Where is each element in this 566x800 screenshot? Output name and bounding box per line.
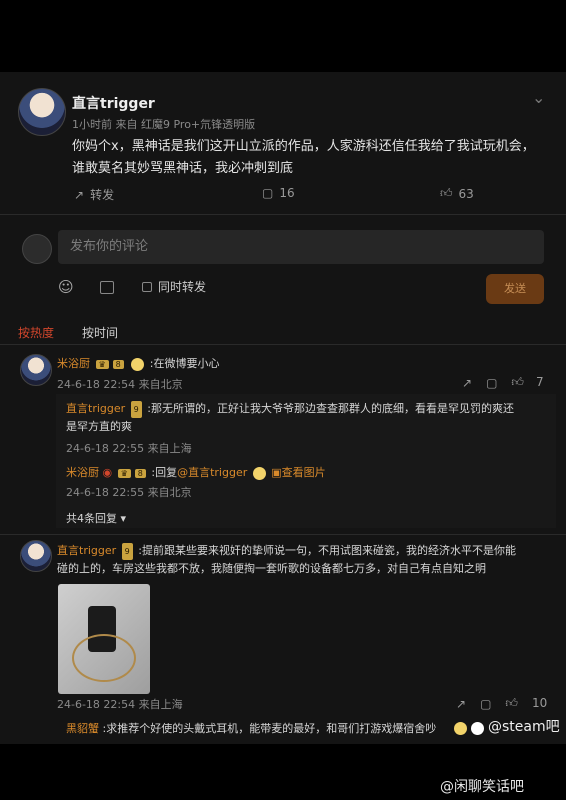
vip-badge: ♛ [95,360,109,369]
reply-text: :求推荐个好使的头戴式耳机，能带麦的最好，和哥们打游戏爆宿舍吵 [102,722,437,735]
emoji-icon [452,718,486,737]
reply-meta: 24-6-18 22:55 来自北京 [66,486,192,499]
comment-button[interactable]: ▢ 16 [262,186,295,200]
divider [0,534,566,535]
vip-badge: ♛ [117,469,131,478]
post-author-avatar[interactable] [18,88,66,136]
divider [0,344,566,345]
post-text-line1: 你妈个x，黑神话是我们这开山立派的作品，人家游科还信任我给了我试玩机会， [72,139,535,154]
like-button[interactable]: 👍︎ 63 [440,186,474,201]
reply-user[interactable]: 直言trigger [66,402,125,415]
level-badge: 8 [112,360,124,369]
comment-like-count: 10 [532,696,548,710]
repost-icon: ↗ [74,187,85,202]
comment-avatar[interactable] [20,354,52,386]
comment-line: 米浴厨 ♛ 8 :在微博要小心 [57,355,219,371]
verified-icon: ◉ [102,466,113,479]
level-badge: 9 [130,401,142,418]
chevron-down-icon: ▾ [120,512,127,525]
view-image-link[interactable]: 查看图片 [282,466,326,479]
reply-item: 黑貂蟹 :求推荐个好使的头戴式耳机，能带麦的最好，和哥们打游戏爆宿舍吵 [66,720,436,736]
tab-hot[interactable]: 按热度 [18,324,54,341]
comment-photo[interactable] [58,584,150,694]
reply-text-line1: :那无所谓的，正好让我大爷爷那边查查那群人的底细，看看是罕见罚的爽还 [147,402,514,415]
reply-item: 直言trigger 9 :那无所谓的，正好让我大爷爷那边查查那群人的底细，看看是… [66,400,552,435]
repost-button[interactable]: ↗ 转发 [74,186,114,203]
reply-user[interactable]: 米浴厨 [66,466,99,479]
share-icon[interactable]: ↗ [462,376,472,390]
repost-checkbox-label: 同时转发 [158,280,207,294]
level-badge: 9 [121,543,133,560]
cat-emoji-icon [252,466,266,480]
repost-checkbox[interactable]: 同时转发 [142,278,206,295]
repost-label: 转发 [90,188,115,202]
level-badge: 8 [134,469,146,478]
reply-text-line2: 是罕方直的爽 [66,420,132,433]
emoji-icon[interactable]: ☺ [58,278,74,296]
reply-meta: 24-6-18 22:55 来自上海 [66,442,192,455]
thumbs-up-icon: 👍︎ [440,186,453,200]
comment-user[interactable]: 米浴厨 [57,357,90,370]
comment-like-count: 7 [536,375,544,389]
comment-text-line1: :提前跟某些要来视奸的挚师说一句，不用试图来碰瓷，我的经济水平不是你能 [138,544,516,557]
comment-icon[interactable]: ▢ [486,376,497,390]
reply-mention[interactable]: @直言trigger [177,466,247,479]
thumbs-up-icon[interactable]: 👍︎ [511,375,524,390]
post-author-name[interactable]: 直言trigger [72,93,155,113]
cable-loop [72,634,136,682]
divider [0,214,566,215]
more-menu-icon[interactable]: ⌄ [532,88,545,107]
my-avatar [22,234,52,264]
more-replies-label: 共4条回复 [66,512,117,525]
thumbs-up-icon[interactable]: 👍︎ [505,696,518,711]
comment-actions: ↗ ▢ 👍︎ [462,375,524,390]
checkbox-icon [142,281,152,292]
reply-prefix: :回复 [151,466,178,479]
comment-count: 16 [279,186,295,200]
comment-line: 直言trigger 9 :提前跟某些要来视奸的挚师说一句，不用试图来碰瓷，我的经… [57,542,553,577]
more-replies-link[interactable]: 共4条回复 ▾ [66,510,126,526]
comment-text: :在微博要小心 [149,357,220,370]
image-icon[interactable] [100,279,114,298]
comment-actions: ↗ ▢ 👍︎ [456,696,518,711]
send-button[interactable]: 发送 [486,274,544,304]
comment-meta: 24-6-18 22:54 来自上海 [57,698,183,711]
watermark: @闲聊笑话吧 [440,779,524,795]
comment-text-line2: 碰的上的，车房这些我都不放，我随便掏一套听歌的设备都七万多，对自己有点自知之明 [57,562,486,575]
image-icon: ▣ [271,466,282,479]
steam-tag: @steam吧 [488,719,560,735]
comment-icon: ▢ [262,186,274,200]
post-meta: 1小时前 来自 红魔9 Pro+氘锋透明版 [72,118,256,131]
tab-time[interactable]: 按时间 [82,324,118,341]
share-icon[interactable]: ↗ [456,697,466,711]
post-text-line2: 谁敢莫名其妙骂黑神话，我必冲刺到底 [72,161,294,176]
like-count: 63 [458,186,474,201]
comment-input[interactable]: 发布你的评论 [58,230,544,264]
screenshot-frame: 直言trigger 1小时前 来自 红魔9 Pro+氘锋透明版 ⌄ 你妈个x，黑… [0,72,566,744]
cat-emoji-icon [131,357,145,371]
comment-icon[interactable]: ▢ [480,697,491,711]
reply-item: 米浴厨 ◉ ♛ 8 :回复@直言trigger ▣查看图片 [66,464,326,480]
comment-user[interactable]: 直言trigger [57,544,116,557]
comment-avatar[interactable] [20,540,52,572]
comment-meta: 24-6-18 22:54 来自北京 [57,378,183,391]
reply-user[interactable]: 黑貂蟹 [66,722,99,735]
